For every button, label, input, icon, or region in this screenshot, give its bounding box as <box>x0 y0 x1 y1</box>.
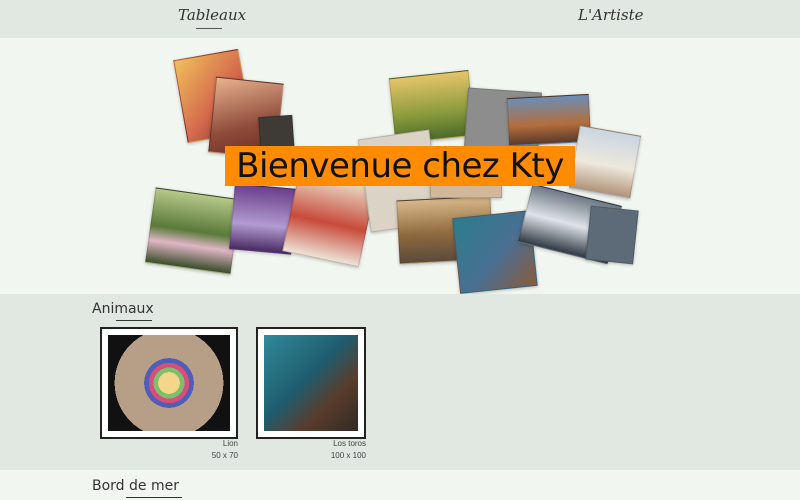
title-underline <box>126 497 182 498</box>
artwork-thumbnail-los-toros[interactable] <box>256 327 366 439</box>
section-title: Animaux <box>92 301 154 321</box>
artwork-name: Los toros <box>333 439 366 448</box>
painting-card <box>145 187 241 275</box>
nav-tableaux-label: Tableaux <box>178 6 247 24</box>
nav-link-tableaux[interactable]: Tableaux <box>178 6 247 29</box>
painting-card <box>585 205 639 265</box>
section-bord-de-mer: Bord de mer <box>0 470 800 500</box>
caption-lion: Lion 50 x 70 <box>178 438 238 462</box>
lion-painting-image <box>108 335 230 431</box>
artwork-name: Lion <box>222 439 238 448</box>
section-animaux: Animaux Lion 50 x 70 Los toros 100 x 100 <box>0 294 800 470</box>
caption-los-toros: Los toros 100 x 100 <box>306 438 366 462</box>
hero-collage: Bienvenue chez Kty <box>0 38 800 294</box>
welcome-banner: Bienvenue chez Kty <box>225 146 575 186</box>
painting-card <box>568 125 642 199</box>
nav-link-artiste[interactable]: L'Artiste <box>578 6 644 24</box>
nav-artiste-label: L'Artiste <box>578 6 644 24</box>
artwork-thumbnail-lion[interactable] <box>100 327 238 439</box>
artwork-size: 50 x 70 <box>211 451 238 460</box>
section-title-text: Animaux <box>92 301 154 317</box>
section-title-text: Bord de mer <box>92 478 179 494</box>
artwork-size: 100 x 100 <box>330 451 366 460</box>
nav-active-underline <box>196 28 222 29</box>
title-underline <box>116 320 152 321</box>
top-navigation: Tableaux L'Artiste <box>0 0 800 38</box>
section-title: Bord de mer <box>92 478 182 498</box>
los-toros-painting-image <box>264 335 358 431</box>
